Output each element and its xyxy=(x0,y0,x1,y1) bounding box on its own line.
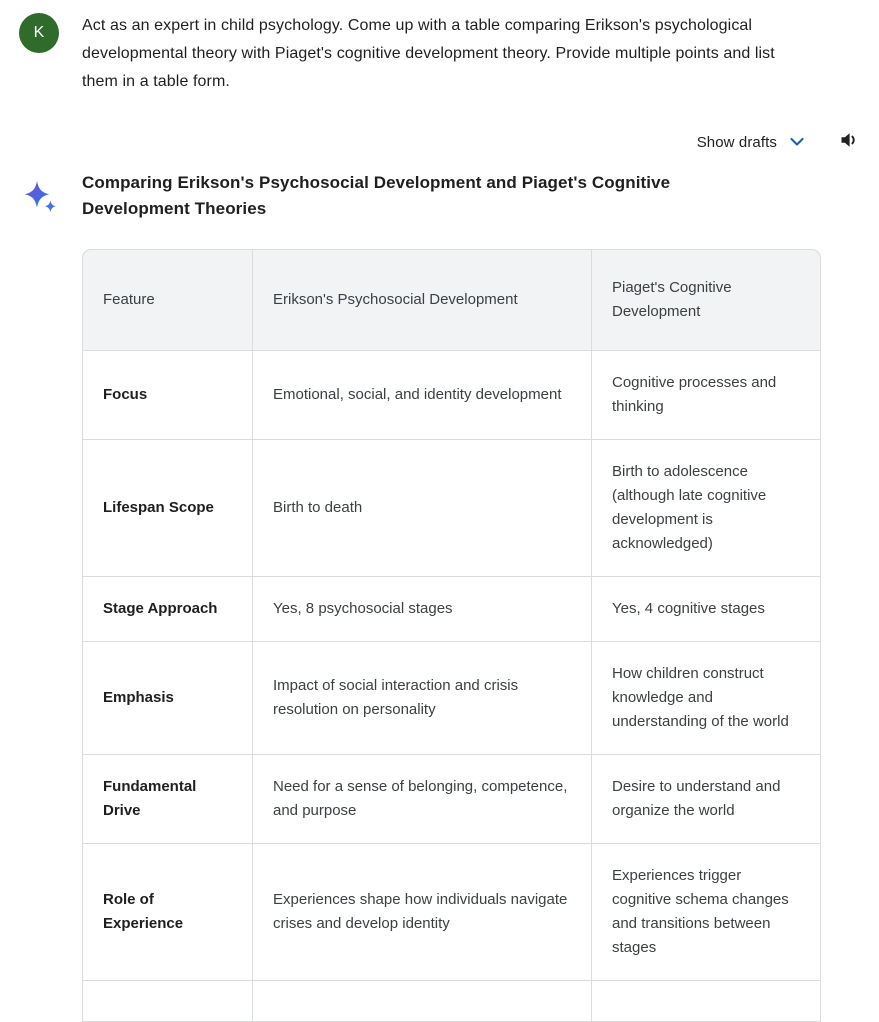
table-row: Lifespan Scope Birth to death Birth to a… xyxy=(82,440,821,577)
cell-feature: Stage Approach xyxy=(82,577,252,642)
cell-erikson: Impact of social interaction and crisis … xyxy=(252,642,591,755)
avatar: K xyxy=(19,13,59,53)
user-prompt-text: Act as an expert in child psychology. Co… xyxy=(82,17,775,90)
cell-erikson: Birth to death xyxy=(252,440,591,577)
table-row: Stage Approach Yes, 8 psychosocial stage… xyxy=(82,577,821,642)
cell-feature: Lifespan Scope xyxy=(82,440,252,577)
table-row: Emphasis Impact of social interaction an… xyxy=(82,642,821,755)
column-header-piaget: Piaget's Cognitive Development xyxy=(591,249,821,351)
cell-piaget: Birth to adolescence (although late cogn… xyxy=(591,440,821,577)
cell-piaget: Yes, 4 cognitive stages xyxy=(591,577,821,642)
cell-erikson: Yes, 8 psychosocial stages xyxy=(252,577,591,642)
comparison-table-wrapper: Feature Erikson's Psychosocial Developme… xyxy=(82,249,821,1022)
speaker-icon xyxy=(838,128,862,157)
table-header-row: Feature Erikson's Psychosocial Developme… xyxy=(82,249,821,351)
gemini-sparkle-icon xyxy=(20,178,64,220)
cell-piaget: How children construct knowledge and und… xyxy=(591,642,821,755)
chevron-down-icon[interactable] xyxy=(787,132,807,152)
cell-piaget: Desire to understand and organize the wo… xyxy=(591,755,821,844)
table-row: Focus Emotional, social, and identity de… xyxy=(82,351,821,440)
cell-feature: Focus xyxy=(82,351,252,440)
show-drafts-label: Show drafts xyxy=(696,133,777,151)
response-heading: Comparing Erikson's Psychosocial Develop… xyxy=(82,173,671,218)
cell-erikson: Experiences shape how individuals naviga… xyxy=(252,844,591,981)
cell-feature: Role of Experience xyxy=(82,844,252,981)
cell-feature: Emphasis xyxy=(82,642,252,755)
cell-feature: Fundamental Drive xyxy=(82,755,252,844)
response-controls-row: Show drafts xyxy=(0,126,879,158)
show-drafts-button[interactable]: Show drafts xyxy=(697,126,807,158)
gemini-conversation-page: K Act as an expert in child psychology. … xyxy=(0,0,879,1022)
column-header-feature: Feature xyxy=(82,249,252,351)
cell-piaget: Experiences trigger cognitive schema cha… xyxy=(591,844,821,981)
table-row: Fundamental Drive Need for a sense of be… xyxy=(82,755,821,844)
cell-erikson: Emotional, social, and identity developm… xyxy=(252,351,591,440)
table-header: Feature Erikson's Psychosocial Developme… xyxy=(82,249,821,351)
cell-piaget: Cognitive processes and thinking xyxy=(591,351,821,440)
column-header-erikson: Erikson's Psychosocial Development xyxy=(252,249,591,351)
table-body: Focus Emotional, social, and identity de… xyxy=(82,351,821,1022)
speaker-button[interactable] xyxy=(837,129,863,155)
cell-erikson: Need for a sense of belonging, competenc… xyxy=(252,755,591,844)
table-row: Role of Experience Experiences shape how… xyxy=(82,844,821,981)
comparison-table: Feature Erikson's Psychosocial Developme… xyxy=(82,249,821,1022)
